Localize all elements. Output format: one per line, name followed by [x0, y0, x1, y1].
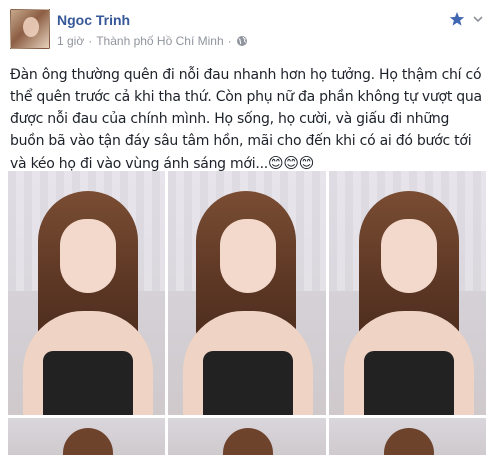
post-body: Đàn ông thường quên đi nỗi đau nhanh hơn… — [10, 67, 482, 172]
post-time[interactable]: 1 giờ — [57, 34, 84, 48]
photo-2[interactable] — [168, 171, 326, 415]
photo-5[interactable] — [168, 418, 326, 455]
photo-1[interactable] — [8, 171, 166, 415]
post-header: Ngoc Trinh 1 giờ · Thành phố Hồ Chí Minh… — [10, 9, 484, 53]
smile-emojis: 😊😊😊 — [267, 154, 315, 172]
avatar[interactable] — [10, 9, 50, 49]
photo-3[interactable] — [328, 171, 486, 415]
post-meta: 1 giờ · Thành phố Hồ Chí Minh · — [57, 34, 248, 48]
post-text: Đàn ông thường quên đi nỗi đau nhanh hơn… — [10, 64, 484, 175]
star-icon[interactable] — [449, 11, 465, 27]
feed-post: Ngoc Trinh 1 giờ · Thành phố Hồ Chí Minh… — [0, 0, 494, 455]
meta-separator-2: · — [227, 34, 232, 48]
globe-icon[interactable] — [236, 35, 248, 47]
post-location[interactable]: Thành phố Hồ Chí Minh — [96, 34, 223, 48]
author-name[interactable]: Ngoc Trinh — [57, 12, 130, 28]
meta-separator: · — [88, 34, 93, 48]
chevron-down-icon[interactable] — [472, 13, 484, 25]
photo-4[interactable] — [8, 418, 166, 455]
photo-6[interactable] — [328, 418, 486, 455]
photo-grid — [8, 171, 486, 455]
photo-grid-row-2 — [8, 418, 486, 455]
